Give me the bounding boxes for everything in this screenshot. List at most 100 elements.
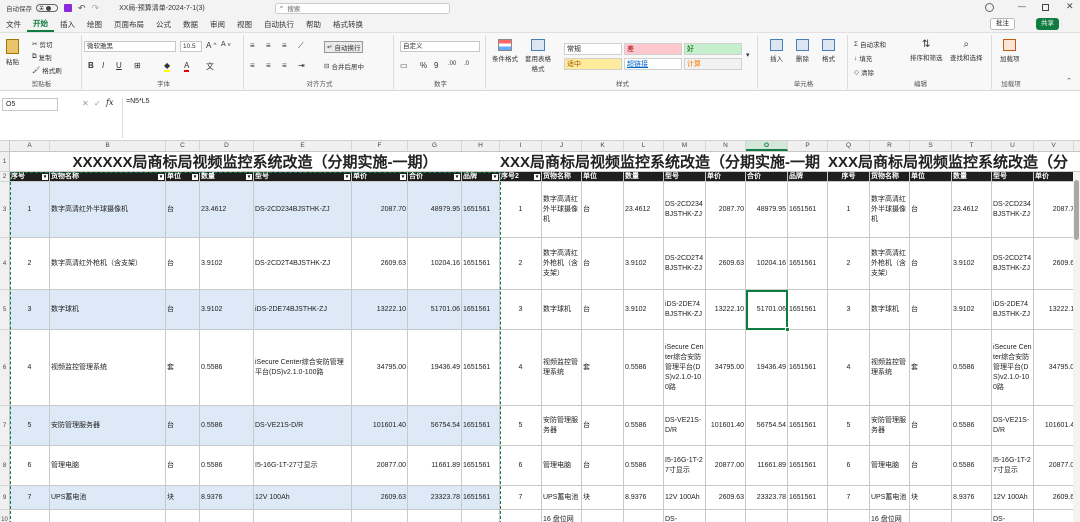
cell-total[interactable]: 11661.89	[408, 446, 462, 486]
delete-cells-button[interactable]: 删除	[796, 39, 809, 63]
header-cell[interactable]: 单位 ▾	[166, 172, 200, 182]
header-cell[interactable]: 型号	[664, 172, 706, 182]
cell-model[interactable]: 12V 100Ah	[664, 486, 706, 510]
tab-data[interactable]: 数据	[177, 19, 204, 30]
column-header[interactable]: I	[500, 141, 542, 151]
column-header[interactable]: S	[910, 141, 952, 151]
cell-name[interactable]: 安防管理服务器	[542, 406, 582, 446]
cell-unit[interactable]	[582, 510, 624, 522]
row-header[interactable]: 9	[0, 486, 10, 510]
cell-qty[interactable]: 3.9102	[952, 290, 992, 330]
cell-qty[interactable]	[200, 510, 254, 522]
shrink-font-icon[interactable]: Av	[221, 41, 231, 48]
autosum-button[interactable]: Σ 自动求和	[854, 39, 886, 50]
cell-unit[interactable]: 台	[166, 406, 200, 446]
cell-seq[interactable]: 1	[828, 182, 870, 238]
cell-total[interactable]	[408, 510, 462, 522]
align-right-icon[interactable]: ≡	[282, 61, 287, 70]
cell-model[interactable]: DS-VE21S-D/R	[664, 406, 706, 446]
tab-draw[interactable]: 绘图	[81, 19, 108, 30]
maximize-icon[interactable]	[1042, 4, 1049, 11]
tab-view[interactable]: 视图	[231, 19, 258, 30]
font-size-select[interactable]: 10.5	[180, 41, 202, 52]
cell-brand[interactable]	[788, 510, 828, 522]
addins-button[interactable]: 加载项	[1000, 39, 1020, 63]
cell-brand[interactable]: 1651561	[788, 330, 828, 406]
comment-button[interactable]: 批注	[990, 18, 1015, 30]
collapse-ribbon-icon[interactable]: ⌃	[1066, 77, 1072, 85]
insert-function-icon[interactable]: fx	[106, 98, 113, 107]
cell-unit[interactable]: 块	[166, 486, 200, 510]
column-header[interactable]: N	[706, 141, 746, 151]
format-painter-button[interactable]: 🖌 格式刷	[32, 65, 62, 75]
insert-cells-button[interactable]: 插入	[770, 39, 783, 63]
cell-price[interactable]: 20877.00	[706, 446, 746, 486]
cell-unit[interactable]: 台	[582, 290, 624, 330]
style-normal[interactable]: 常规	[564, 43, 622, 55]
tab-formulas[interactable]: 公式	[150, 19, 177, 30]
cell-name[interactable]: 视频监控管理系统	[870, 330, 910, 406]
cell-total[interactable]: 51701.06	[408, 290, 462, 330]
cell-name[interactable]: 数字球机	[542, 290, 582, 330]
scrollbar-thumb[interactable]	[1074, 180, 1079, 240]
cell-seq[interactable]: 7	[500, 486, 542, 510]
cell-model[interactable]: iDS-2DE74BJSTHK-ZJ	[992, 290, 1034, 330]
cell-qty[interactable]: 3.9102	[200, 290, 254, 330]
cell-price[interactable]: 2609.63	[352, 238, 408, 290]
cell-brand[interactable]: 1651561	[788, 238, 828, 290]
cell-name[interactable]: 数字高清红外枪机（含支架）	[50, 238, 166, 290]
cell-model[interactable]: iSecure Center综合安防管理平台(DS)v2.1.0-100路	[664, 330, 706, 406]
cell-total[interactable]: 48979.95	[746, 182, 788, 238]
cell-seq[interactable]	[500, 510, 542, 522]
tab-file[interactable]: 文件	[0, 19, 27, 30]
cell-qty[interactable]: 3.9102	[952, 238, 992, 290]
cell-name[interactable]: 管理电脑	[542, 446, 582, 486]
cell-name[interactable]: 数字球机	[870, 290, 910, 330]
cell-price[interactable]: 2609.63	[352, 486, 408, 510]
column-header[interactable]: K	[582, 141, 624, 151]
cell-model[interactable]: iSecure Center综合安防管理平台(DS)v2.1.0-100路	[254, 330, 352, 406]
header-cell[interactable]: 数量 ▾	[200, 172, 254, 182]
style-good[interactable]: 好	[684, 43, 742, 55]
sheet-title-3[interactable]: XXX局商标局视频监控系统改造（分	[828, 152, 1080, 172]
cell-unit[interactable]: 套	[166, 330, 200, 406]
cell-model[interactable]	[254, 510, 352, 522]
copy-button[interactable]: ⧉ 复制	[32, 52, 52, 62]
cell-seq[interactable]: 4	[10, 330, 50, 406]
cell-qty[interactable]: 23.4612	[952, 182, 992, 238]
cell-total[interactable]: 10204.16	[408, 238, 462, 290]
cell-qty[interactable]: 0.5586	[200, 406, 254, 446]
increase-decimal-icon[interactable]: .00	[448, 61, 456, 67]
cell-model[interactable]: DS-2CD2T4BJSTHK-ZJ	[992, 238, 1034, 290]
cell-unit[interactable]: 套	[910, 330, 952, 406]
cell-unit[interactable]: 台	[910, 238, 952, 290]
cell-seq[interactable]: 5	[828, 406, 870, 446]
cell-qty[interactable]: 3.9102	[624, 290, 664, 330]
header-cell[interactable]: 合价 ▾	[408, 172, 462, 182]
header-cell[interactable]: 序号 ▾	[10, 172, 50, 182]
cell-total[interactable]: 23323.78	[746, 486, 788, 510]
column-header[interactable]: T	[952, 141, 992, 151]
header-cell[interactable]: 单价 ▾	[352, 172, 408, 182]
cell-seq[interactable]: 6	[500, 446, 542, 486]
orientation-icon[interactable]: ⟋	[298, 41, 304, 51]
cell-qty[interactable]	[952, 510, 992, 522]
cell-total[interactable]: 56754.54	[746, 406, 788, 446]
align-middle-icon[interactable]: ≡	[266, 41, 271, 50]
cell-total[interactable]: 10204.16	[746, 238, 788, 290]
cell-price[interactable]: 34795.00	[706, 330, 746, 406]
column-header[interactable]: J	[542, 141, 582, 151]
font-color-icon[interactable]: A	[184, 61, 190, 72]
cell-total[interactable]: 23323.78	[408, 486, 462, 510]
format-cells-button[interactable]: 格式	[822, 39, 835, 63]
italic-icon[interactable]: I	[102, 61, 104, 70]
cell-brand[interactable]: 1651561	[462, 182, 500, 238]
filter-dropdown-icon[interactable]: ▾	[454, 173, 460, 180]
tab-page-layout[interactable]: 页面布局	[108, 19, 150, 30]
cell-name[interactable]: 视频监控管理系统	[50, 330, 166, 406]
percent-icon[interactable]: %	[420, 61, 427, 70]
column-header[interactable]: F	[352, 141, 408, 151]
column-header[interactable]: D	[200, 141, 254, 151]
tab-home[interactable]: 开始	[27, 17, 54, 32]
worksheet-grid[interactable]: 1 2 3 4 5 6 7 8 9 10 XXXXXX局商标局视频监控系统改造（…	[0, 152, 1080, 522]
